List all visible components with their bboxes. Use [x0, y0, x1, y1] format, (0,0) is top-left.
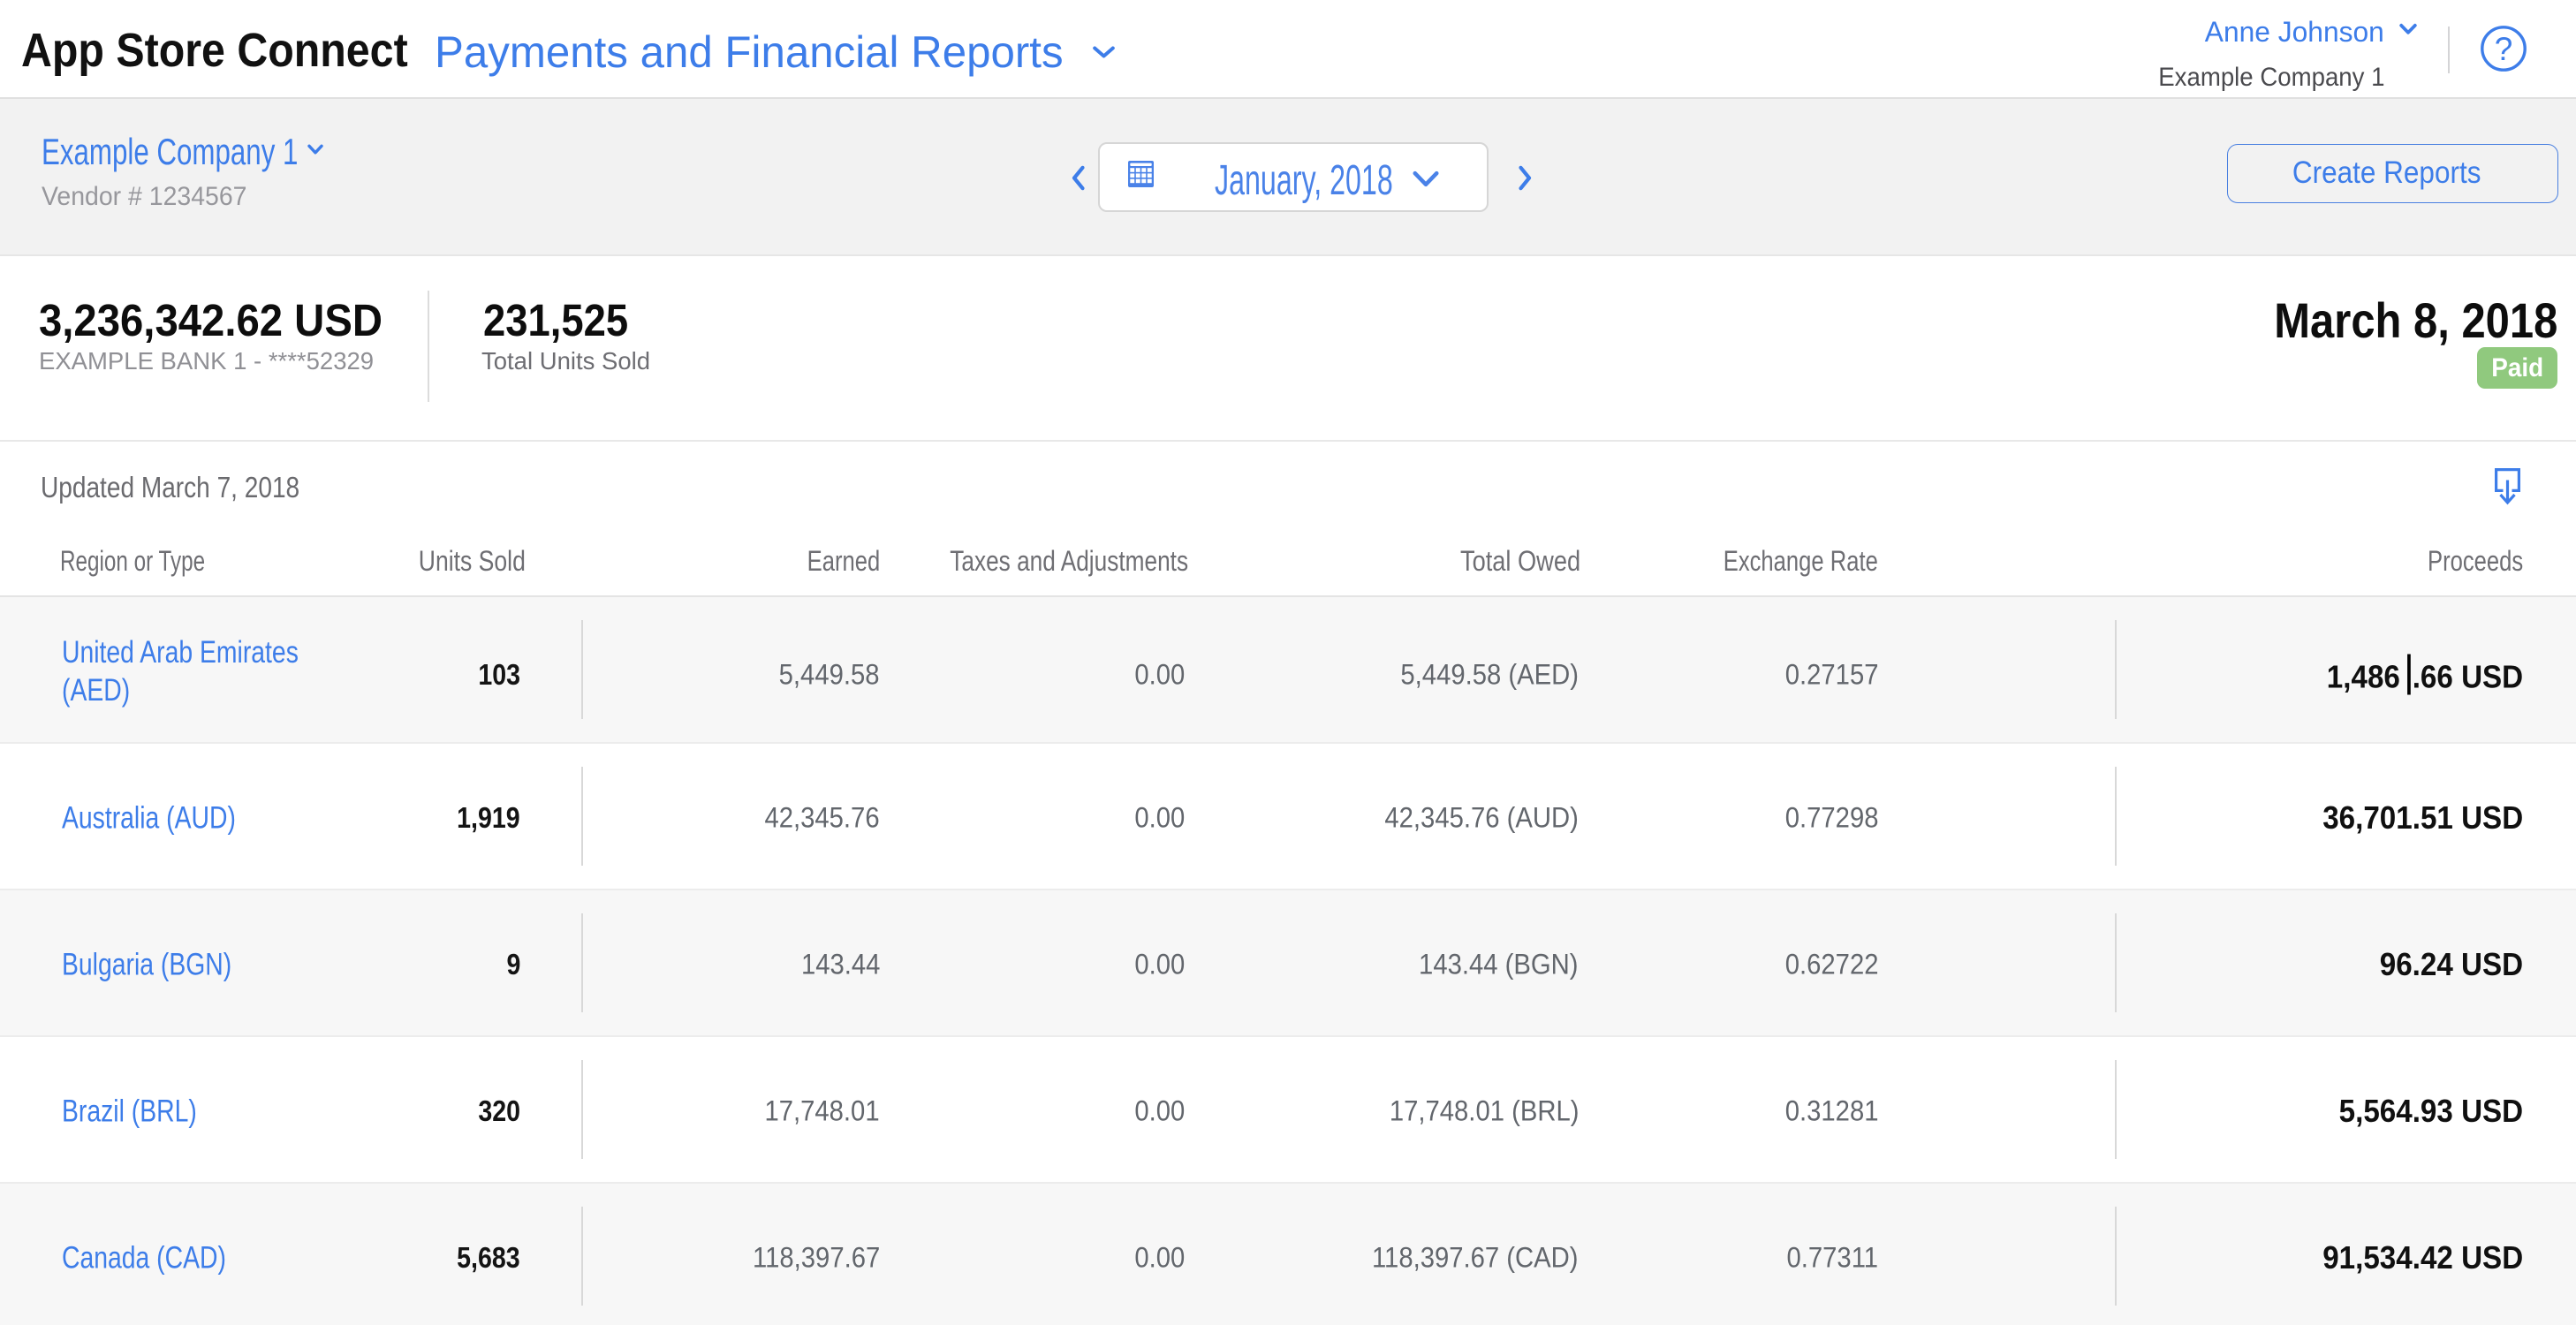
svg-text:?: ? — [2495, 31, 2513, 67]
